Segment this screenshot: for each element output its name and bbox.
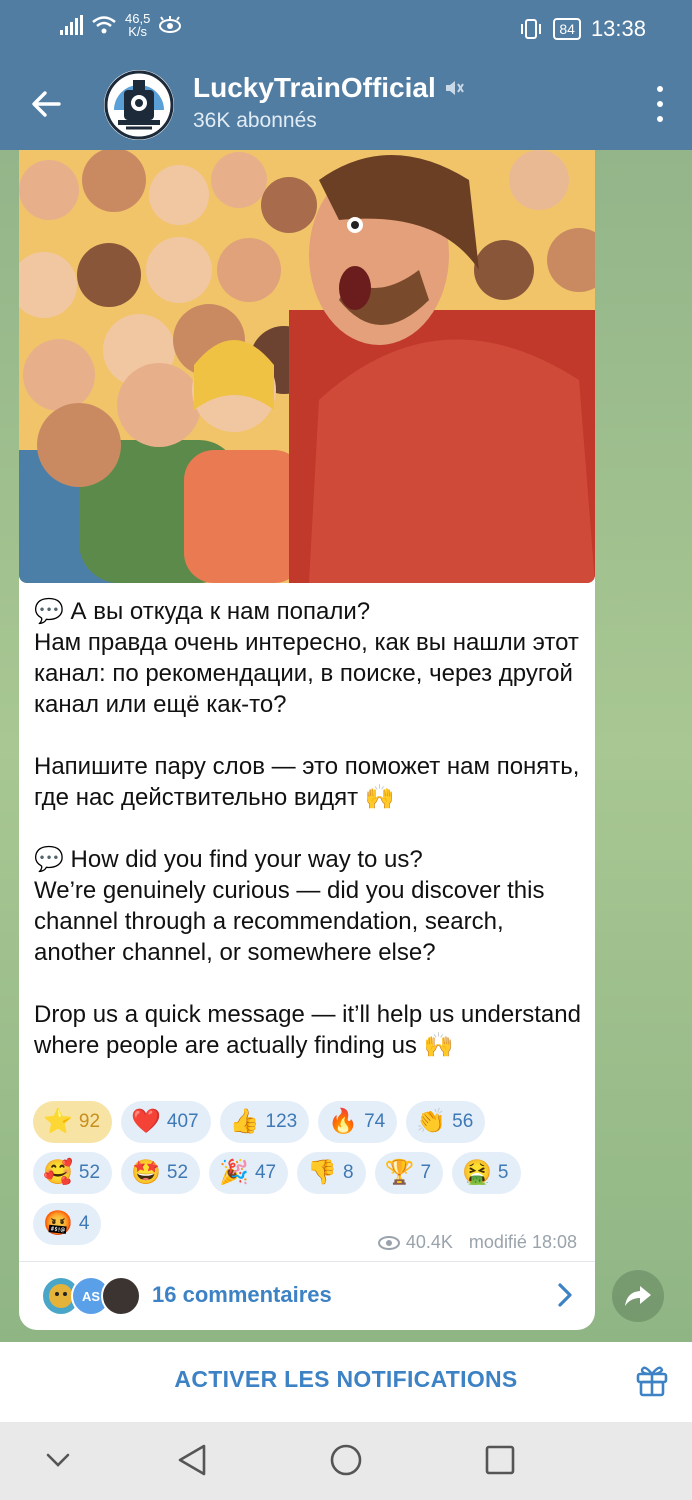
top-bar: LuckyTrainOfficial 36K abonnés <box>0 58 692 150</box>
comments-label: 16 commentaires <box>152 1282 332 1307</box>
more-vertical-icon[interactable] <box>654 86 666 122</box>
clock: 13:38 <box>590 16 646 41</box>
reaction-thumbs-down[interactable]: 👎 8 <box>297 1152 366 1194</box>
nav-collapse-button[interactable] <box>38 1440 78 1480</box>
reaction-clap[interactable]: 👏 56 <box>406 1101 486 1143</box>
reaction-star-struck[interactable]: 🤩 52 <box>121 1152 201 1194</box>
share-button[interactable] <box>612 1270 664 1322</box>
nav-recents-button[interactable] <box>480 1440 520 1480</box>
crowd-illustration <box>19 150 595 583</box>
commenter-avatar <box>101 1276 141 1316</box>
reaction-trophy[interactable]: 🏆 7 <box>374 1152 444 1194</box>
edited-time: modifié 18:08 <box>468 1232 577 1252</box>
reaction-thumbs-up[interactable]: 👍 123 <box>219 1101 310 1143</box>
reaction-heart[interactable]: ❤️ 407 <box>121 1101 211 1143</box>
reaction-vomit[interactable]: 🤮 5 <box>452 1152 521 1194</box>
reaction-party[interactable]: 🎉 47 <box>209 1152 289 1194</box>
system-nav-bar <box>0 1422 692 1500</box>
muted-speaker-icon <box>445 81 464 95</box>
train-logo-icon <box>104 70 174 140</box>
back-button[interactable] <box>22 80 70 128</box>
nav-home-button[interactable] <box>326 1440 366 1480</box>
square-recents-icon <box>485 1445 515 1475</box>
comments-button[interactable]: AS 16 commentaires <box>19 1262 595 1330</box>
reaction-smiling-hearts[interactable]: 🥰 52 <box>33 1152 113 1194</box>
circle-home-icon <box>330 1444 362 1476</box>
post-text: 💬 А вы откуда к нам попали? Нам правда о… <box>34 598 581 1059</box>
battery-indicator: 84 <box>553 18 581 40</box>
chat-area: 💬 А вы откуда к нам попали? Нам правда о… <box>0 150 692 1342</box>
status-bar: 46,5 K/s 84 13:38 <box>0 0 692 58</box>
wifi-icon <box>92 16 116 34</box>
eye-icon <box>377 1235 400 1250</box>
post-meta: 40.4K modifié 18:08 <box>377 1232 577 1253</box>
header: 46,5 K/s 84 13:38 LuckyTrainOfficial 36K… <box>0 0 692 150</box>
gift-icon[interactable] <box>634 1362 670 1398</box>
reaction-star[interactable]: ⭐ 92 <box>33 1101 113 1143</box>
arrow-left-icon <box>32 91 61 117</box>
channel-title[interactable]: LuckyTrainOfficial <box>193 72 464 104</box>
view-count: 40.4K <box>405 1232 453 1252</box>
nav-back-button[interactable] <box>172 1440 212 1480</box>
reaction-fire[interactable]: 🔥 74 <box>318 1101 398 1143</box>
vibrate-icon <box>521 19 542 39</box>
triangle-back-icon <box>178 1444 206 1476</box>
eye-comfort-icon <box>159 16 182 33</box>
chevron-right-icon <box>558 1283 572 1307</box>
post-image[interactable] <box>19 150 595 583</box>
enable-notifications-button[interactable]: ACTIVER LES NOTIFICATIONS <box>0 1366 692 1393</box>
reaction-swearing[interactable]: 🤬 4 <box>33 1203 102 1245</box>
subscriber-count: 36K abonnés <box>193 109 317 132</box>
post-bubble: 💬 А вы откуда к нам попали? Нам правда о… <box>19 150 595 1330</box>
share-arrow-icon <box>625 1286 651 1306</box>
notification-bar: ACTIVER LES NOTIFICATIONS <box>0 1342 692 1422</box>
signal-icon <box>60 15 83 35</box>
chevron-down-icon <box>46 1453 70 1467</box>
channel-avatar[interactable] <box>104 70 174 140</box>
commenter-avatars: AS <box>41 1276 141 1316</box>
network-speed: 46,5 K/s <box>125 11 151 39</box>
